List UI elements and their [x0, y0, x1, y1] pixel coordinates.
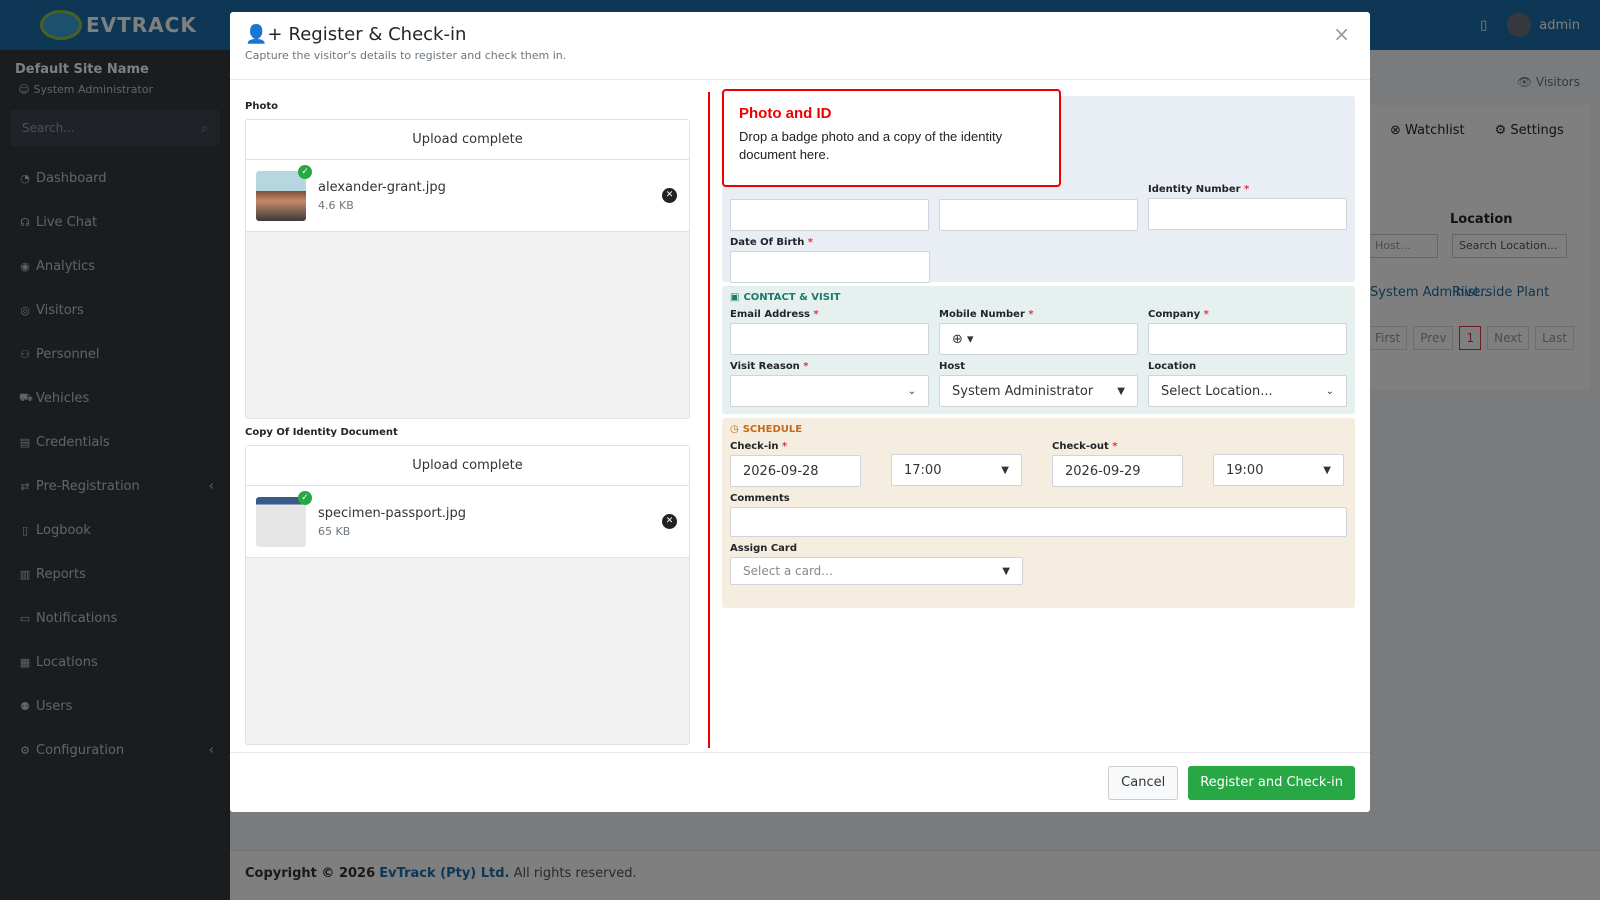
register-checkin-button[interactable]: Register and Check-in — [1188, 765, 1355, 800]
photo-upload-status: Upload complete — [246, 120, 689, 160]
photo-dropzone[interactable]: Upload complete ✓ alexander-grant.jpg 4.6… — [245, 119, 690, 419]
scroll-highlight-bar — [708, 92, 710, 748]
check-icon: ✓ — [298, 164, 312, 179]
cancel-button[interactable]: Cancel — [1108, 765, 1179, 800]
idcopy-file-size: 65 KB — [318, 524, 351, 538]
idcopy-dropzone[interactable]: Upload complete ✓ specimen-passport.jpg 6… — [245, 445, 690, 745]
tooltip-title: Photo and ID — [739, 105, 832, 122]
modal-header: 👤+ Register & Check-in Capture the visito… — [230, 12, 1370, 80]
photo-file-item: ✓ alexander-grant.jpg 4.6 KB ✕ — [246, 160, 689, 232]
check-icon: ✓ — [298, 490, 312, 505]
modal-title: Register & Check-in — [288, 24, 467, 45]
photo-file-name: alexander-grant.jpg — [318, 179, 446, 195]
idcopy-file-name: specimen-passport.jpg — [318, 505, 467, 521]
tooltip-body: Drop a badge photo and a copy of the ide… — [739, 129, 1003, 162]
modal-subtitle: Capture the visitor's details to registe… — [245, 49, 567, 62]
tour-dim — [712, 89, 1370, 752]
idcopy-thumbnail: ✓ — [256, 490, 312, 547]
photo-file-size: 4.6 KB — [318, 198, 354, 212]
modal-footer: Cancel Register and Check-in — [230, 752, 1370, 812]
remove-photo-icon[interactable]: ✕ — [662, 188, 677, 203]
idcopy-file-item: ✓ specimen-passport.jpg 65 KB ✕ — [246, 486, 689, 558]
idcopy-upload-status: Upload complete — [246, 446, 689, 486]
close-icon[interactable]: × — [1333, 22, 1350, 46]
tour-tooltip: Photo and ID Drop a badge photo and a co… — [722, 89, 1061, 187]
remove-idcopy-icon[interactable]: ✕ — [662, 514, 677, 529]
idcopy-label: Copy Of Identity Document — [245, 427, 398, 438]
photo-thumbnail: ✓ — [256, 164, 312, 221]
user-plus-icon: 👤+ — [245, 24, 283, 45]
photo-label: Photo — [245, 101, 278, 112]
